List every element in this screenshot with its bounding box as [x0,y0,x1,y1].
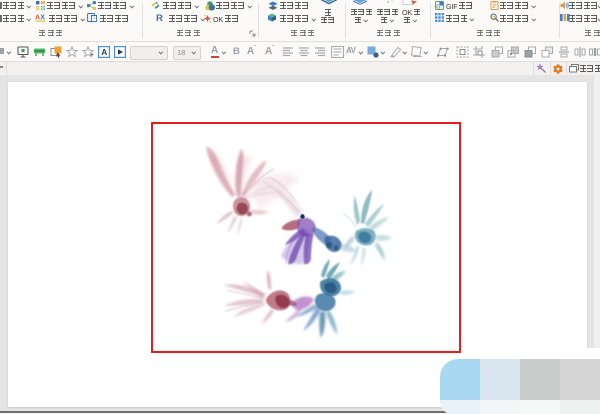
svg-text:A: A [101,47,107,57]
svg-text:G: G [436,4,440,10]
svg-text:X: X [40,15,45,22]
